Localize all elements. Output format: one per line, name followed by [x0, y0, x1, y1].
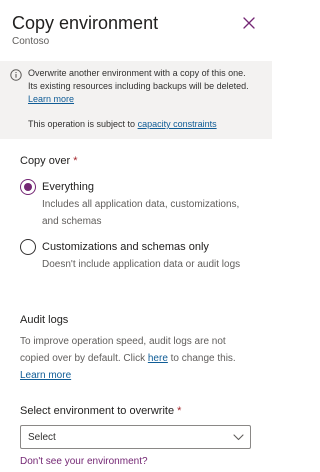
- environment-select-value: Select: [28, 432, 56, 443]
- option-customizations-label[interactable]: Customizations and schemas only: [42, 240, 209, 254]
- info-icon: [10, 69, 22, 81]
- audit-logs-text: To improve operation speed, audit logs a…: [20, 333, 252, 384]
- audit-logs-here-link[interactable]: here: [148, 353, 168, 364]
- environment-select[interactable]: Select: [20, 425, 251, 449]
- chevron-down-icon: [233, 434, 244, 441]
- close-icon: [243, 17, 255, 29]
- copy-over-label: Copy over *: [20, 154, 77, 168]
- required-indicator: *: [177, 405, 182, 417]
- dont-see-environment-link[interactable]: Don't see your environment?: [20, 455, 148, 468]
- select-environment-label-text: Select environment to overwrite: [20, 405, 175, 417]
- capacity-note: This operation is subject to capacity co…: [28, 118, 217, 131]
- required-indicator: *: [73, 155, 78, 167]
- copy-environment-panel: Copy environment Contoso Overwrite anoth…: [0, 0, 272, 472]
- info-message-text: Overwrite another environment with a cop…: [28, 68, 249, 91]
- radio-customizations-only[interactable]: [20, 239, 36, 255]
- audit-logs-text-part2: to change this.: [170, 353, 236, 364]
- option-customizations-description: Doesn't include application data or audi…: [42, 259, 241, 270]
- radio-everything[interactable]: [20, 179, 36, 195]
- info-learn-more-link[interactable]: Learn more: [28, 94, 74, 104]
- info-message-bar: Overwrite another environment with a cop…: [0, 61, 272, 139]
- close-button[interactable]: [242, 16, 256, 30]
- audit-logs-heading: Audit logs: [20, 314, 69, 326]
- panel-title: Copy environment: [12, 13, 159, 33]
- option-everything-label[interactable]: Everything: [42, 180, 94, 194]
- capacity-constraints-link[interactable]: capacity constraints: [138, 119, 217, 129]
- info-message: Overwrite another environment with a cop…: [28, 67, 254, 106]
- audit-logs-learn-more-link[interactable]: Learn more: [20, 370, 71, 381]
- panel-subtitle: Contoso: [12, 36, 50, 47]
- option-everything-description: Includes all application data, customiza…: [42, 199, 240, 227]
- copy-over-label-text: Copy over: [20, 155, 71, 167]
- select-environment-label: Select environment to overwrite *: [20, 404, 181, 418]
- capacity-note-text: This operation is subject to: [28, 119, 136, 129]
